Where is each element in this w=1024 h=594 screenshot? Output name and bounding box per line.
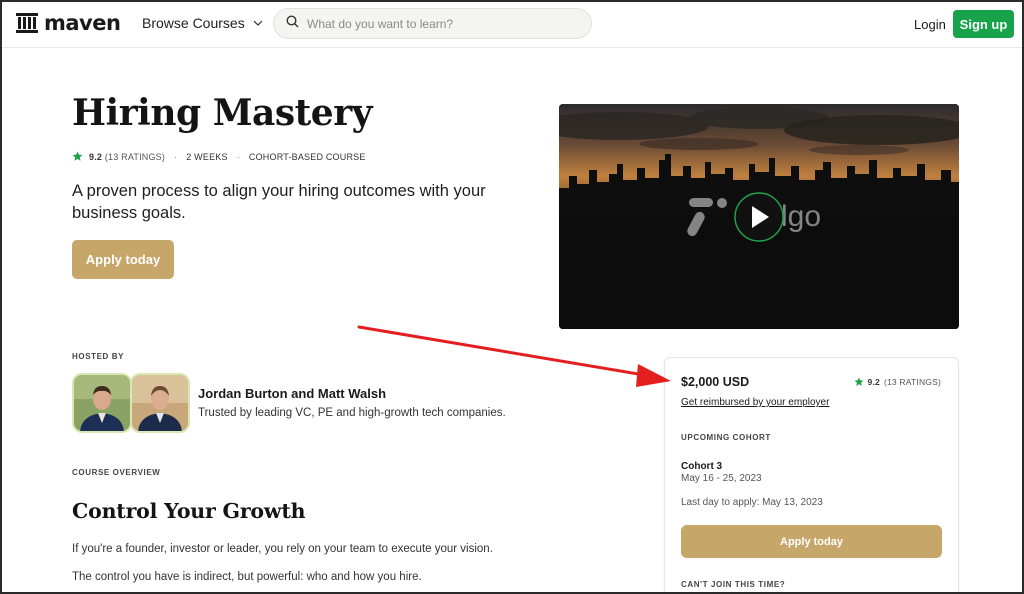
course-overview-label: COURSE OVERVIEW [72, 468, 161, 477]
cohort-dates: May 16 - 25, 2023 [681, 473, 762, 484]
avatar [72, 373, 132, 433]
card-apply-today-button[interactable]: Apply today [681, 525, 942, 558]
hosted-by-label: HOSTED BY [72, 352, 125, 361]
star-icon [72, 151, 83, 162]
overview-paragraph: The control you have is indirect, but po… [72, 571, 422, 583]
course-title: Hiring Mastery [72, 92, 373, 134]
maven-logo[interactable]: maven [16, 11, 121, 35]
course-video-player[interactable]: lgo [559, 104, 959, 329]
course-subtitle: A proven process to align your hiring ou… [72, 182, 486, 222]
course-type: COHORT-BASED COURSE [248, 151, 366, 162]
search-icon [286, 14, 299, 33]
overview-paragraph: If you're a founder, investor or leader,… [72, 543, 493, 555]
search-input[interactable] [307, 16, 577, 31]
enrollment-card: $2,000 USD 9.2 (13 RATINGS) Get reimburs… [664, 357, 959, 592]
maven-logo-icon [16, 13, 38, 33]
video-thumbnail: lgo [559, 104, 959, 329]
search-bar [273, 8, 592, 39]
host-names: Jordan Burton and Matt Walsh [198, 386, 387, 401]
login-link[interactable]: Login [914, 17, 946, 32]
card-rating-value: 9.2 [867, 377, 880, 387]
play-icon[interactable] [734, 192, 784, 242]
application-deadline: Last day to apply: May 13, 2023 [681, 497, 823, 508]
card-ratings-count: (13 RATINGS) [883, 377, 941, 387]
section-title: Control Your Growth [72, 499, 306, 523]
reimburse-link[interactable]: Get reimbursed by your employer [681, 397, 829, 408]
chevron-down-icon [253, 20, 263, 26]
course-ratings-count: (13 RATINGS) [104, 151, 166, 162]
apply-today-button[interactable]: Apply today [72, 240, 174, 279]
signup-button[interactable]: Sign up [953, 10, 1014, 38]
upcoming-cohort-label: UPCOMING COHORT [681, 433, 771, 442]
course-price: $2,000 USD [681, 375, 750, 389]
video-brand-text: lgo [781, 200, 821, 233]
card-rating: 9.2 (13 RATINGS) [854, 377, 941, 387]
meta-separator: · [174, 151, 178, 162]
browse-courses-menu[interactable]: Browse Courses [142, 15, 263, 31]
meta-separator: · [236, 151, 240, 162]
star-icon [854, 377, 864, 387]
host-avatars [72, 373, 190, 433]
cohort-name: Cohort 3 [681, 461, 723, 472]
page-frame: maven Browse Courses Login Sign up Hirin… [0, 0, 1024, 594]
browse-courses-label: Browse Courses [142, 15, 245, 31]
top-nav: maven Browse Courses Login Sign up [2, 2, 1022, 48]
course-meta: 9.2 (13 RATINGS) · 2 WEEKS · COHORT-BASE… [72, 151, 366, 162]
course-duration: 2 WEEKS [186, 151, 228, 162]
logo-text: maven [44, 11, 121, 35]
avatar [130, 373, 190, 433]
cant-join-label: CAN'T JOIN THIS TIME? [681, 580, 786, 589]
course-rating: 9.2 [89, 151, 103, 162]
host-description: Trusted by leading VC, PE and high-growt… [198, 407, 506, 419]
